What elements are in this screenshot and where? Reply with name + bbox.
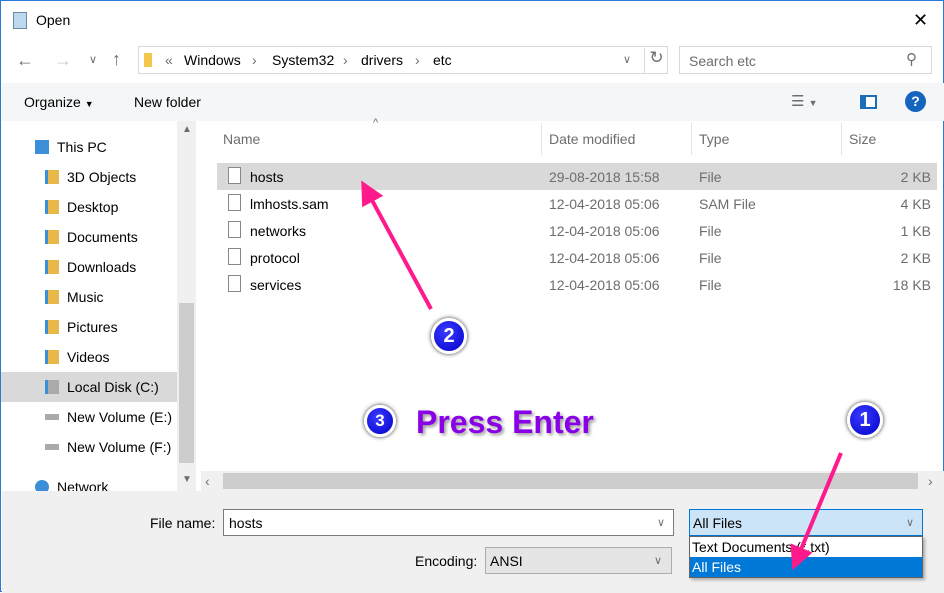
arrow-step-2 — [361, 180, 433, 310]
annotation-arrows — [361, 180, 843, 571]
arrow-step-1 — [790, 452, 843, 571]
